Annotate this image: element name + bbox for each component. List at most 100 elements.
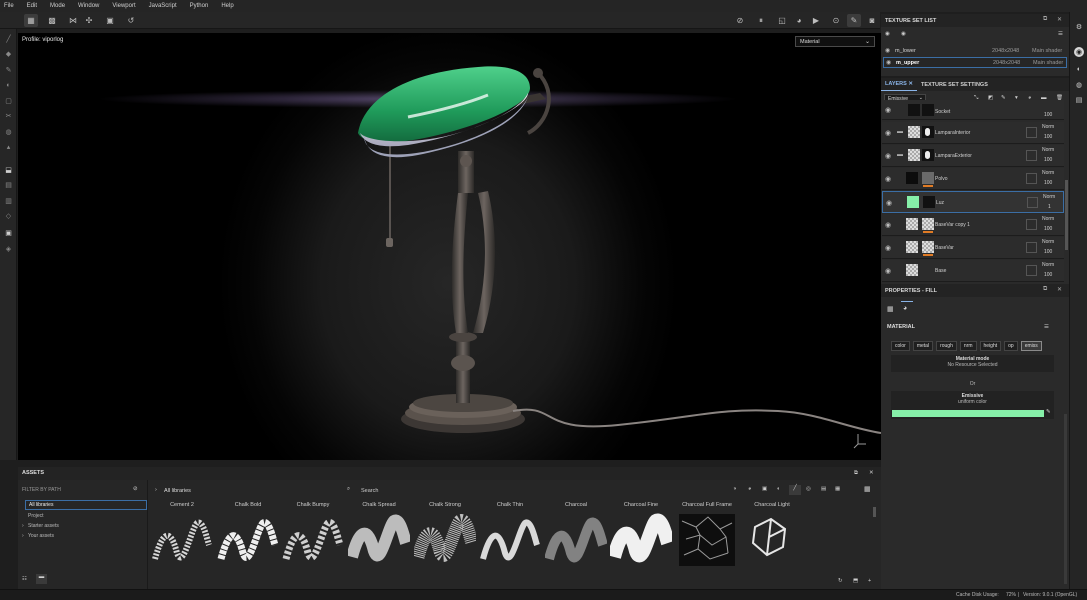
chevron-right-icon[interactable]: › — [155, 487, 157, 493]
layer-blend-mode[interactable]: Norm — [1042, 124, 1054, 130]
close-icon[interactable]: ✕ — [908, 81, 913, 87]
layer-row-socket[interactable]: ◉ Socket 100 — [882, 100, 1064, 120]
fill-tool-icon[interactable]: ▴ — [4, 143, 13, 151]
layer-opacity[interactable]: 100 — [1044, 134, 1052, 140]
channel-height[interactable]: height — [979, 341, 1002, 351]
close-icon[interactable]: ✕ — [1057, 16, 1062, 23]
layer-blend-mode[interactable]: Norm — [1042, 239, 1054, 245]
layer-opacity[interactable]: 100 — [1044, 112, 1052, 118]
hide-icon[interactable]: ⊘ — [133, 486, 138, 492]
layer-stack-icon[interactable]: ▤ — [4, 181, 13, 189]
layer-checkbox[interactable] — [1026, 173, 1037, 184]
refresh-icon[interactable]: ↻ — [838, 578, 843, 584]
layer-row-lamparaexterior[interactable]: ◉ ▬ LamparaExterior Norm 100 — [882, 145, 1064, 167]
eye-icon[interactable]: ◉ — [885, 175, 891, 183]
library-item-starter[interactable]: Starter assets — [28, 523, 59, 529]
layer-row-base[interactable]: ◉ Base Norm 100 — [882, 260, 1064, 282]
library-icon[interactable]: ◈ — [4, 245, 13, 253]
transform-icon[interactable]: ✣ — [82, 14, 96, 27]
brush-thumbnail[interactable] — [741, 509, 803, 571]
environment-filter-icon[interactable]: ▦ — [835, 486, 840, 492]
close-icon[interactable]: ✕ — [1057, 286, 1062, 293]
camera-view-icon[interactable]: ◱ — [775, 14, 789, 27]
menu-help[interactable]: Help — [221, 3, 233, 9]
eye-icon[interactable]: ◉ — [885, 106, 891, 114]
material-mode-box[interactable]: Material mode No Resource Selected — [891, 355, 1054, 372]
layer-checkbox[interactable] — [1027, 197, 1038, 208]
menu-python[interactable]: Python — [190, 3, 209, 9]
brush-thumbnail[interactable] — [545, 509, 607, 571]
library-item-all[interactable]: All libraries — [25, 500, 147, 510]
eye-icon[interactable]: ◉ — [885, 267, 891, 275]
smart-material-filter-icon[interactable]: ◕ — [748, 486, 751, 492]
material-mode-select[interactable]: Material ⌄ — [795, 36, 875, 47]
pause-icon[interactable]: ⏸ — [754, 14, 768, 27]
layer-checkbox[interactable] — [1026, 150, 1037, 161]
texture-set-row[interactable]: ◉ m_lower 2048x2048 Main shader — [883, 45, 1067, 56]
log-icon[interactable]: ▤ — [1074, 95, 1084, 105]
layers-scrollbar[interactable] — [1065, 180, 1068, 250]
emissive-color-swatch[interactable] — [892, 410, 1044, 417]
assets-scrollbar[interactable] — [873, 507, 876, 517]
shading-icon[interactable]: ◕ — [792, 14, 806, 27]
hide-icon[interactable]: ⊘ — [733, 14, 747, 27]
eye-icon[interactable]: ◉ — [886, 199, 892, 207]
brush-thumbnail[interactable] — [282, 509, 344, 571]
eye-icon[interactable]: ◉ — [886, 59, 891, 66]
brush-tool-icon[interactable]: ╱ — [4, 35, 13, 43]
geometry-mask-icon[interactable]: ◐ — [4, 81, 13, 89]
layer-opacity[interactable]: 1 — [1048, 204, 1051, 210]
search-input[interactable]: Search — [361, 488, 378, 494]
brush-thumbnail[interactable] — [217, 509, 279, 571]
channel-nrm[interactable]: nrm — [959, 341, 977, 351]
menu-file[interactable]: File — [4, 3, 14, 9]
layer-opacity[interactable]: 100 — [1044, 226, 1052, 232]
eye-icon[interactable]: ◉ — [885, 47, 890, 54]
layer-opacity[interactable]: 100 — [1044, 157, 1052, 163]
channel-color[interactable]: color — [891, 341, 910, 351]
layer-opacity[interactable]: 100 — [1044, 272, 1052, 278]
layer-row-luz[interactable]: ◉ Luz Norm 1 — [882, 191, 1064, 213]
history-icon[interactable]: ↺ — [124, 14, 138, 27]
eraser-tool-icon[interactable]: ◆ — [4, 50, 13, 58]
eye-icon[interactable]: ◉ — [885, 244, 891, 252]
folder-view-icon[interactable]: ▬ — [36, 574, 47, 584]
layer-blend-mode[interactable]: Norm — [1042, 170, 1054, 176]
menu-edit[interactable]: Edit — [27, 3, 37, 9]
menu-icon[interactable]: ☰ — [1044, 324, 1049, 330]
layer-opacity[interactable]: 100 — [1044, 180, 1052, 186]
add-icon[interactable]: + — [868, 578, 871, 584]
library-item-project[interactable]: Project — [28, 513, 44, 519]
breadcrumb[interactable]: All libraries — [164, 488, 191, 494]
video-camera-icon[interactable]: ▶ — [809, 14, 823, 27]
eye-icon[interactable]: ◉ — [885, 152, 891, 160]
layer-checkbox[interactable] — [1026, 242, 1037, 253]
texture-set-row[interactable]: ◉ m_upper 2048x2048 Main shader — [883, 57, 1067, 68]
menu-javascript[interactable]: JavaScript — [149, 3, 177, 9]
channel-emiss[interactable]: emiss — [1020, 341, 1042, 351]
layer-checkbox[interactable] — [1026, 219, 1037, 230]
channel-metal[interactable]: metal — [912, 341, 934, 351]
grid-single-icon[interactable]: ▦ — [24, 14, 38, 27]
3d-viewport[interactable] — [18, 33, 881, 460]
menu-icon[interactable]: ☰ — [1058, 31, 1063, 37]
projection-tool-icon[interactable]: ✎ — [4, 66, 13, 74]
particle-filter-icon[interactable]: ◎ — [806, 486, 811, 492]
brush-thumbnail[interactable] — [348, 509, 410, 571]
float-icon[interactable]: ⧉ — [854, 470, 858, 477]
menu-viewport[interactable]: Viewport — [112, 3, 135, 9]
layer-blend-mode[interactable]: Norm — [1042, 216, 1054, 222]
grid-multi-icon[interactable]: ▩ — [45, 14, 59, 27]
brush-thumbnail[interactable] — [151, 509, 213, 571]
screenshot-icon[interactable]: ◙ — [865, 14, 879, 27]
symmetry-icon[interactable]: ⋈ — [66, 14, 80, 27]
layer-row-lamparainterior[interactable]: ◉ ▬ LamparaInterior Norm 100 — [882, 122, 1064, 144]
library-item-your-assets[interactable]: Your assets — [28, 533, 54, 539]
settings-gear-icon[interactable]: ⚙ — [1074, 22, 1084, 32]
frame-icon[interactable]: ▣ — [103, 14, 117, 27]
menu-window[interactable]: Window — [78, 3, 99, 9]
clone-tool-icon[interactable]: ✂ — [4, 112, 13, 120]
paint-mode-icon[interactable]: ✎ — [847, 14, 861, 27]
material-filter-icon[interactable]: ◑ — [733, 486, 736, 492]
channel-op[interactable]: op — [1004, 341, 1018, 351]
